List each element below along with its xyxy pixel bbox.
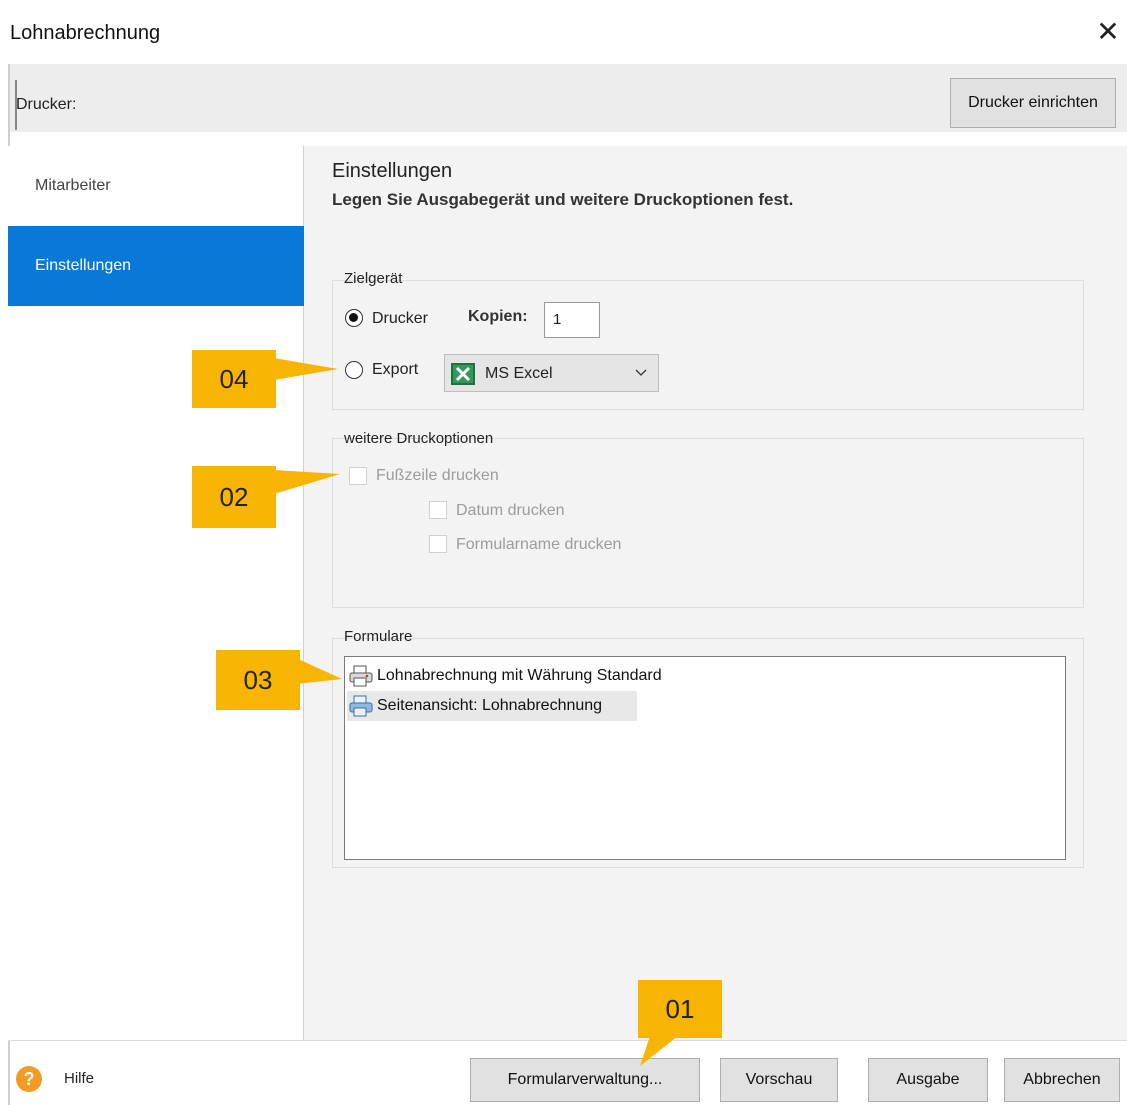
callout-02-arrow	[296, 658, 342, 684]
callout-arrows	[274, 358, 678, 1066]
callout-03-arrow	[274, 470, 340, 494]
callout-03: 02	[192, 466, 276, 528]
callout-04: 04	[192, 350, 276, 408]
callout-02: 03	[216, 650, 300, 710]
callout-01: 01	[638, 980, 722, 1038]
callout-04-arrow	[274, 358, 338, 380]
callout-01-arrow	[640, 1036, 678, 1066]
